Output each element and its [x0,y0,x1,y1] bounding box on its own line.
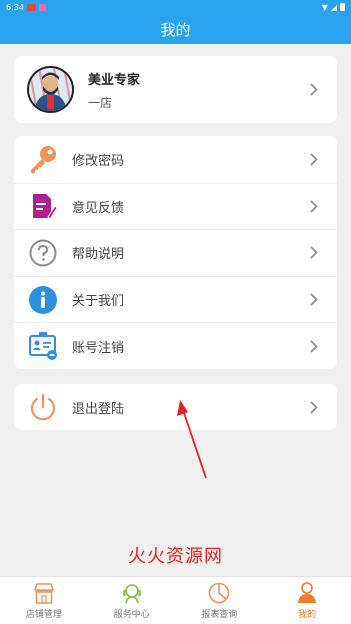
chevron-right-icon [307,199,321,213]
chevron-right-icon [307,83,321,97]
chevron-right-icon [307,293,321,307]
logout-label: 退出登陆 [72,401,125,417]
menu-item-label: 账号注销 [72,340,125,356]
service-icon [122,584,141,604]
avatar [27,66,74,113]
battery-icon [340,3,345,11]
header-bar: 我的 [0,14,351,44]
nav-tab-label: 我的 [298,610,317,620]
user-icon [298,582,317,603]
status-bar: 6:34 ▼ ◢ [0,0,351,14]
chevron-right-icon [307,152,321,166]
report-icon [209,582,230,604]
notification-icon [26,3,36,11]
bottom-nav: 店铺管理 服务中心 报表查询 我的 [0,576,351,624]
nav-tab-label: 报表查询 [201,610,238,620]
profile-card[interactable]: 美业专家 一店 [14,56,337,123]
feedback-edit-icon [28,191,58,221]
id-card-icon [28,331,58,361]
store-icon [33,583,54,604]
chevron-right-icon [307,400,321,414]
profile-store: 一店 [88,95,113,110]
menu-item-help[interactable]: 帮助说明 [14,229,337,276]
page-title: 我的 [160,20,191,39]
nav-tab-label: 店铺管理 [25,610,62,620]
nav-tab-report-query[interactable]: 报表查询 [176,577,264,624]
profile-name: 美业专家 [88,72,141,88]
nav-tab-service-center[interactable]: 服务中心 [88,577,176,624]
menu-item-feedback[interactable]: 意见反馈 [14,182,337,230]
chevron-right-icon [307,246,321,260]
menu-item-label: 关于我们 [72,294,125,310]
menu-item-delete-account[interactable]: 账号注销 [14,322,337,369]
menu-item-about-us[interactable]: 关于我们 [14,275,337,323]
key-icon [28,144,58,174]
menu-item-label: 意见反馈 [72,200,125,216]
signal-icon: ◢ [330,2,337,12]
logout-button[interactable]: 退出登陆 [14,384,337,430]
chevron-right-icon [307,339,321,353]
wifi-icon: ▼ [321,2,328,12]
info-circle-icon [28,285,58,315]
menu-item-change-password[interactable]: 修改密码 [14,136,337,183]
menu-item-label: 修改密码 [72,153,125,169]
power-icon [28,392,58,422]
settings-menu: 修改密码 意见反馈 帮助说明 关于我们 账号注销 [14,136,337,369]
nav-tab-my[interactable]: 我的 [263,577,351,624]
notification-icon [38,3,46,11]
menu-item-label: 帮助说明 [72,247,125,263]
question-circle-icon [28,238,58,268]
watermark-text: 火火资源网 [128,546,223,567]
nav-tab-store-management[interactable]: 店铺管理 [0,577,88,624]
nav-tab-label: 服务中心 [113,610,150,620]
status-time: 6:34 [6,2,24,12]
